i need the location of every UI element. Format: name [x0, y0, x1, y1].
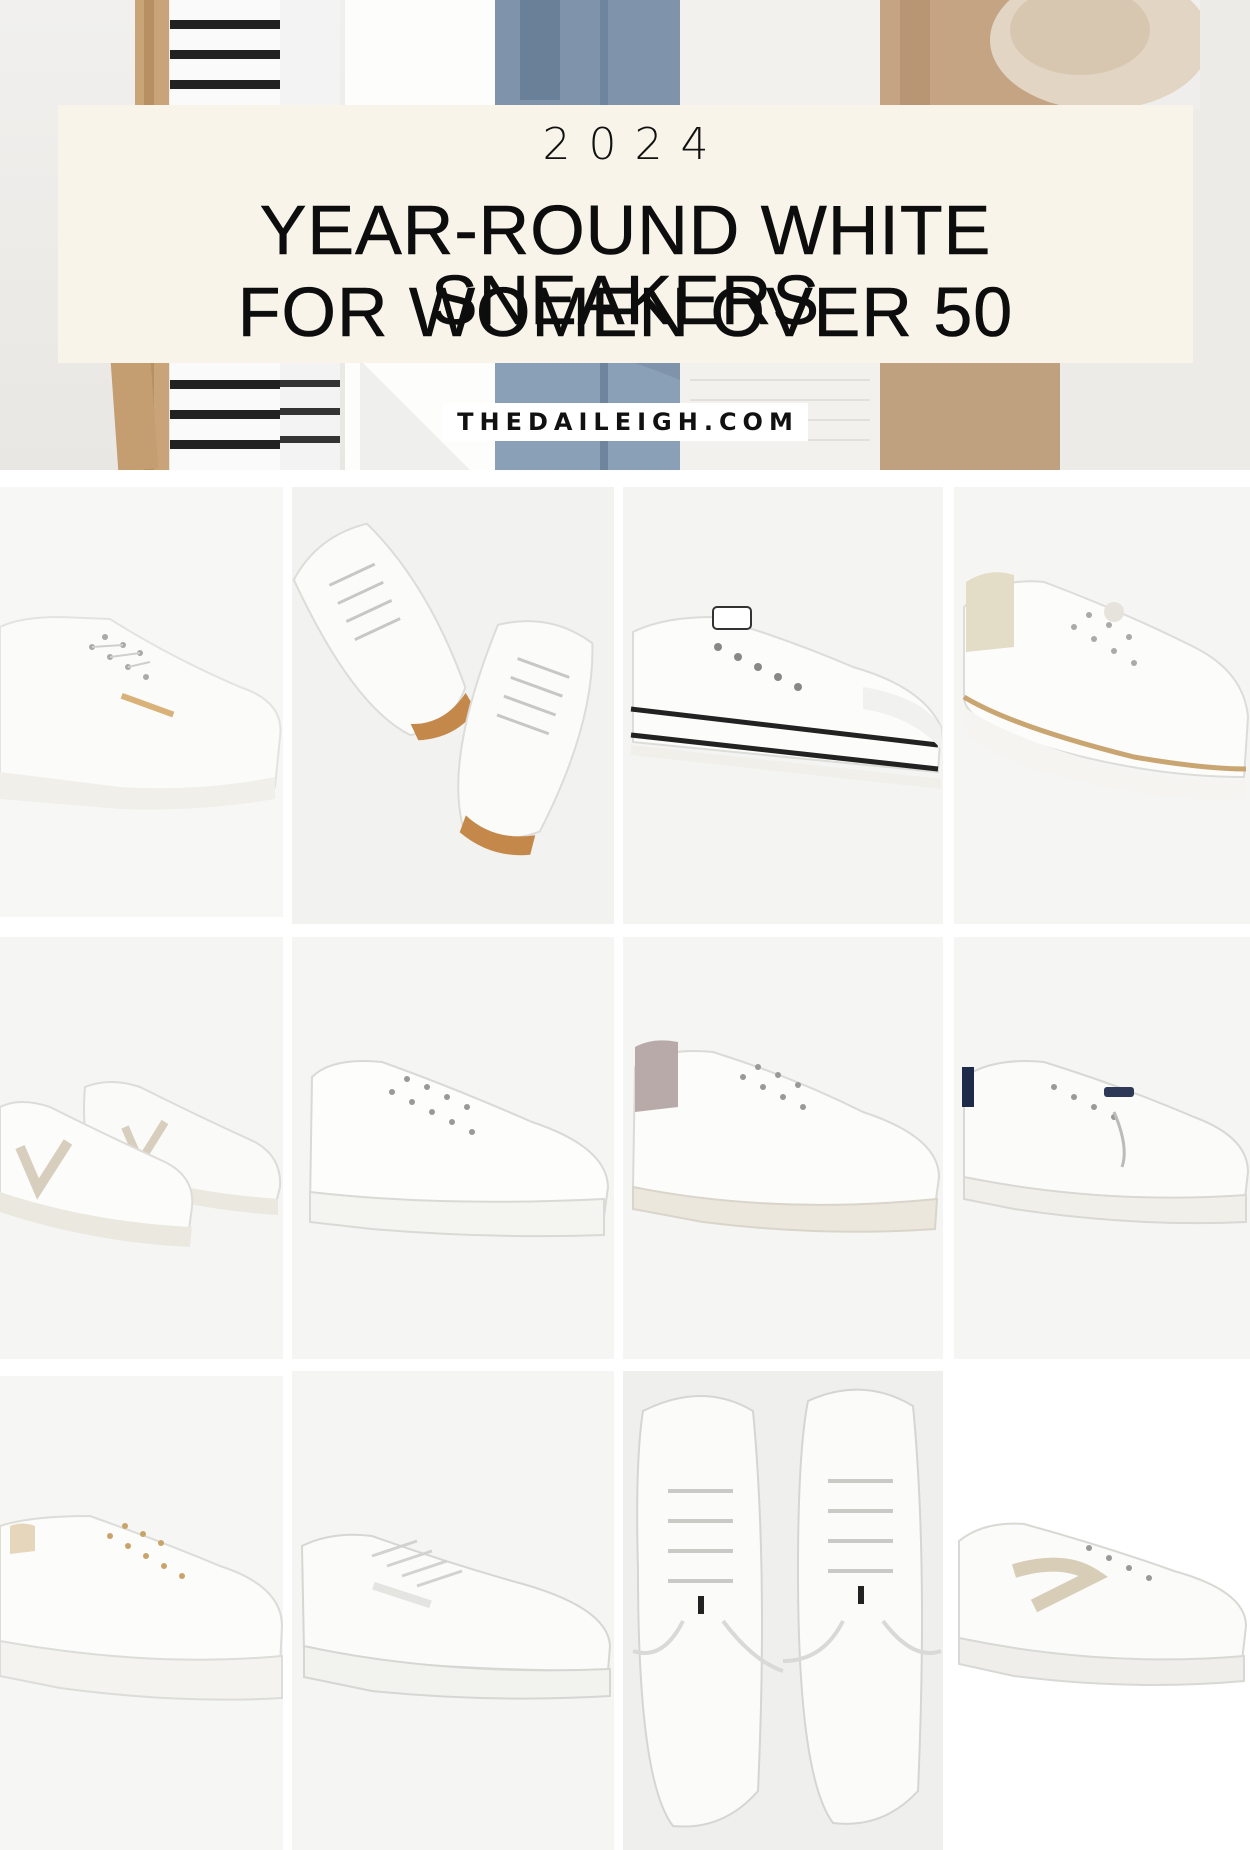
closet-header: 2024 YEAR-ROUND WHITE SNEAKERS FOR WOMEN…	[0, 0, 1250, 470]
product-tile-10[interactable]	[292, 1371, 614, 1850]
product-tile-8[interactable]	[954, 937, 1250, 1359]
title-panel: 2024 YEAR-ROUND WHITE SNEAKERS FOR WOMEN…	[58, 105, 1193, 363]
product-tile-2[interactable]	[292, 487, 614, 924]
product-tile-4[interactable]	[954, 487, 1250, 924]
product-tile-5[interactable]	[0, 937, 283, 1359]
white-knit-sneaker-pair-top-view-icon	[632, 1388, 942, 1828]
product-tile-3[interactable]	[623, 487, 943, 924]
white-sneaker-beige-swoosh-icon	[958, 1522, 1248, 1686]
white-platform-sneaker-gold-trim-icon	[962, 572, 1250, 800]
title-line-2: FOR WOMEN OVER 50	[237, 273, 1014, 351]
product-tile-11[interactable]	[623, 1371, 943, 1850]
product-tile-9[interactable]	[0, 1376, 283, 1850]
white-canvas-classic-sneaker-icon	[300, 1533, 612, 1700]
pin-canvas: 2024 YEAR-ROUND WHITE SNEAKERS FOR WOMEN…	[0, 0, 1250, 1850]
white-sneaker-pair-tan-heel-icon	[292, 522, 594, 856]
white-slip-on-boat-sneaker-icon	[962, 1060, 1250, 1225]
product-tile-7[interactable]	[623, 937, 943, 1359]
white-platform-sneaker-gold-eyelets-icon	[0, 1514, 283, 1701]
white-sneaker-mauve-heel-icon	[631, 1040, 941, 1233]
white-canvas-low-top-sneaker-icon	[308, 1060, 610, 1238]
white-leather-sneaker-icon	[0, 615, 282, 810]
white-platform-canvas-sneaker-icon	[630, 606, 943, 789]
white-sneaker-pair-v-logo-icon	[0, 1081, 282, 1247]
product-tile-12[interactable]	[954, 1376, 1250, 1850]
product-tile-1[interactable]	[0, 487, 283, 917]
title-year: 2024	[542, 119, 727, 170]
product-tile-6[interactable]	[292, 937, 614, 1359]
site-url-badge[interactable]: THEDAILEIGH.COM	[442, 403, 808, 441]
